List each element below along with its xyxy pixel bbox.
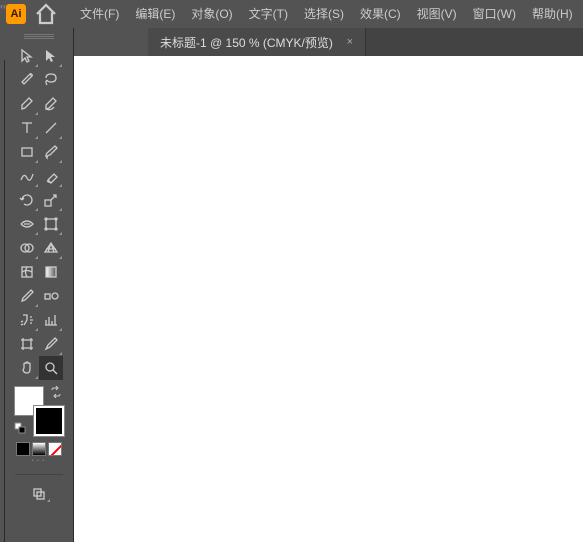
width-tool[interactable] [15, 212, 39, 236]
hand-tool[interactable] [15, 356, 39, 380]
color-mode-none[interactable] [48, 442, 62, 456]
draw-mode-icon[interactable] [27, 483, 51, 503]
panel-grip-icon[interactable] [24, 34, 54, 40]
eraser-tool[interactable] [39, 164, 63, 188]
color-mode-solid[interactable] [16, 442, 30, 456]
menu-edit[interactable]: 编辑(E) [127, 0, 183, 28]
menu-object[interactable]: 对象(O) [183, 0, 240, 28]
gradient-tool[interactable] [39, 260, 63, 284]
edit-toolbar-icon[interactable] [15, 456, 63, 460]
type-tool[interactable] [15, 116, 39, 140]
selection-tool[interactable] [15, 44, 39, 68]
close-tab-icon[interactable]: × [343, 35, 357, 49]
home-icon[interactable] [34, 2, 58, 26]
zoom-tool[interactable] [39, 356, 63, 380]
default-fill-stroke-icon[interactable] [14, 422, 26, 434]
artboard-tool[interactable] [15, 332, 39, 356]
menu-help[interactable]: 帮助(H) [524, 0, 581, 28]
lasso-tool[interactable] [39, 68, 63, 92]
shaper-tool[interactable] [15, 164, 39, 188]
symbol-sprayer-tool[interactable] [15, 308, 39, 332]
collapse-icon[interactable]: ‹‹ [0, 1, 6, 11]
fill-stroke-swatches [14, 386, 64, 436]
menu-type[interactable]: 文字(T) [241, 0, 296, 28]
free-transform-tool[interactable] [39, 212, 63, 236]
divider [15, 474, 63, 475]
perspective-grid-tool[interactable] [39, 236, 63, 260]
column-graph-tool[interactable] [39, 308, 63, 332]
menu-select[interactable]: 选择(S) [296, 0, 352, 28]
slice-tool[interactable] [39, 332, 63, 356]
stroke-color-swatch[interactable] [34, 406, 64, 436]
document-tab[interactable]: 未标题-1 @ 150 % (CMYK/预览) × [148, 28, 366, 56]
menu-bar: Ai 文件(F) 编辑(E) 对象(O) 文字(T) 选择(S) 效果(C) 视… [0, 0, 583, 28]
rotate-tool[interactable] [15, 188, 39, 212]
canvas[interactable] [74, 56, 583, 542]
shape-builder-tool[interactable] [15, 236, 39, 260]
app-logo-icon: Ai [6, 4, 26, 24]
curvature-tool[interactable] [39, 92, 63, 116]
mesh-tool[interactable] [15, 260, 39, 284]
blend-tool[interactable] [39, 284, 63, 308]
scale-tool[interactable] [39, 188, 63, 212]
document-tab-title: 未标题-1 @ 150 % (CMYK/预览) [160, 34, 333, 51]
menu-view[interactable]: 视图(V) [409, 0, 465, 28]
menu-window[interactable]: 窗口(W) [465, 0, 524, 28]
eyedropper-tool[interactable] [15, 284, 39, 308]
paintbrush-tool[interactable] [39, 140, 63, 164]
magic-wand-tool[interactable] [15, 68, 39, 92]
menu-effect[interactable]: 效果(C) [352, 0, 409, 28]
tool-panel [5, 28, 74, 542]
line-tool[interactable] [39, 116, 63, 140]
document-area: 未标题-1 @ 150 % (CMYK/预览) × [74, 28, 583, 542]
direct-selection-tool[interactable] [39, 44, 63, 68]
pen-tool[interactable] [15, 92, 39, 116]
rectangle-tool[interactable] [15, 140, 39, 164]
menu-file[interactable]: 文件(F) [72, 0, 127, 28]
document-tab-bar: 未标题-1 @ 150 % (CMYK/预览) × [148, 28, 583, 56]
swap-fill-stroke-icon[interactable] [50, 386, 62, 398]
